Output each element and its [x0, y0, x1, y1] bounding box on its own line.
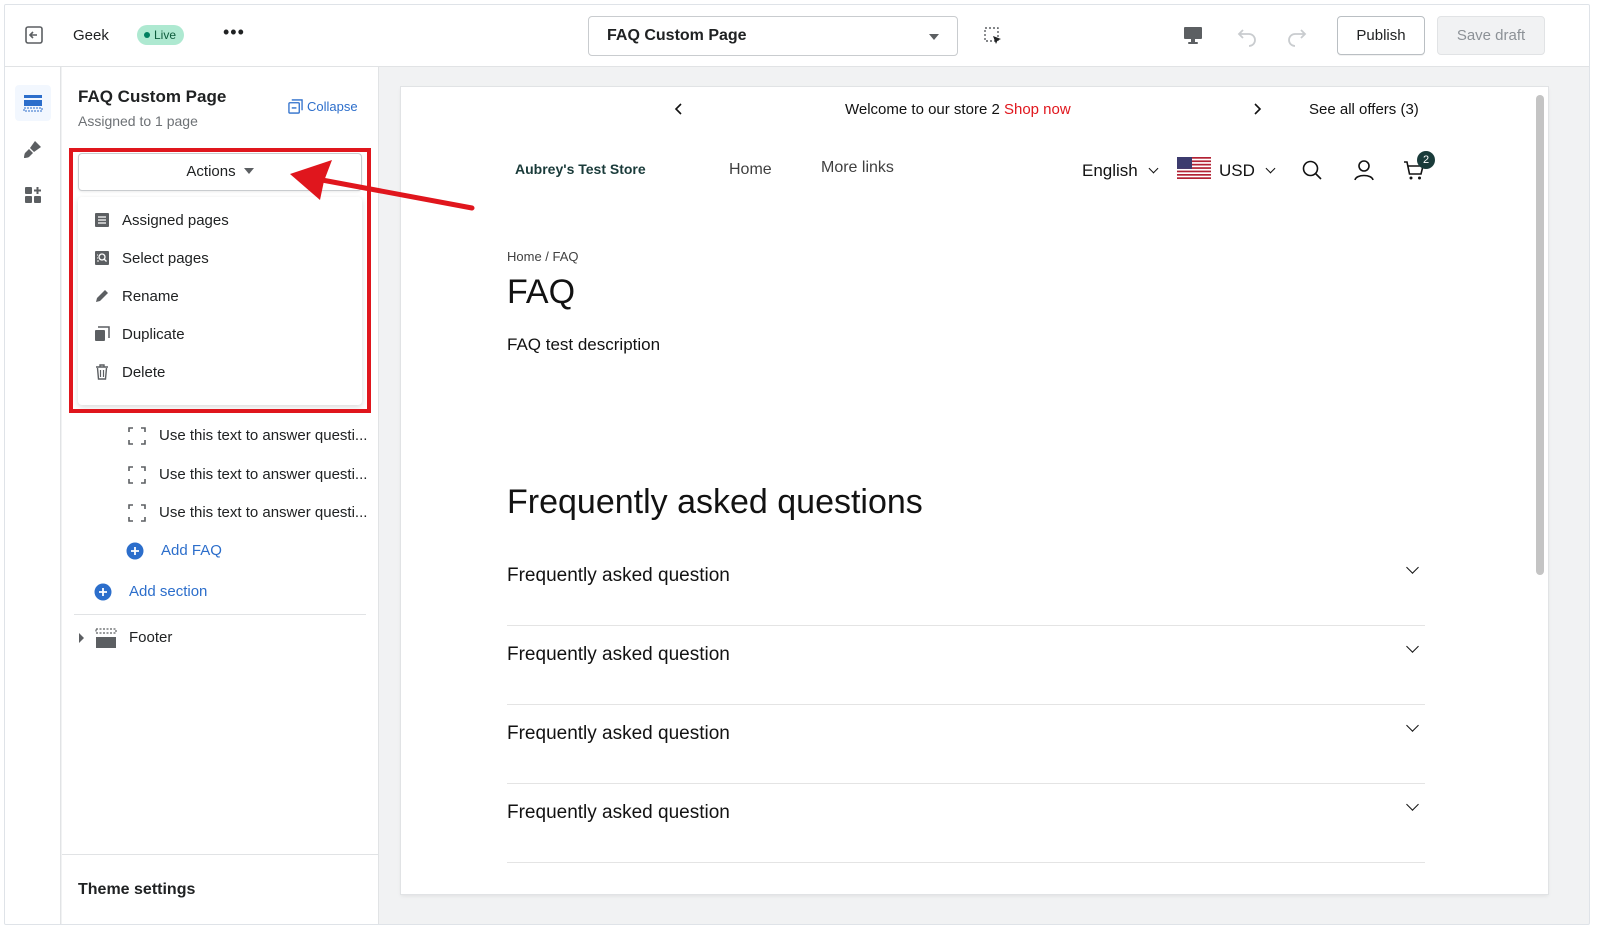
- rail-apps[interactable]: [15, 177, 51, 213]
- faq-block-1[interactable]: Use this text to answer questi...: [62, 417, 378, 455]
- chevron-down-icon: [1406, 798, 1419, 811]
- us-flag-icon: [1177, 157, 1211, 179]
- faq-question: Frequently asked question: [507, 802, 730, 823]
- collapse-button[interactable]: Collapse: [288, 99, 358, 114]
- preview-scrollbar[interactable]: [1536, 95, 1544, 575]
- faq-question: Frequently asked question: [507, 565, 730, 586]
- storefront-preview: Welcome to our store 2 Shop now See all …: [401, 87, 1548, 894]
- announcement-text: Welcome to our store 2: [845, 101, 1000, 118]
- paintbrush-icon: [24, 141, 41, 158]
- chevron-down-icon: [1406, 561, 1419, 574]
- currency-label: USD: [1219, 161, 1255, 180]
- see-all-offers-link[interactable]: See all offers (3): [1309, 101, 1419, 118]
- faq-block-label: Use this text to answer questi...: [159, 466, 368, 483]
- chevron-left-icon[interactable]: [671, 101, 687, 117]
- footer-icon: [95, 628, 117, 648]
- faq-accordion-item[interactable]: Frequently asked question: [507, 705, 1425, 784]
- faq-block-2[interactable]: Use this text to answer questi...: [62, 456, 378, 494]
- collapse-label: Collapse: [307, 99, 358, 114]
- undo-icon[interactable]: [1235, 23, 1259, 47]
- faq-accordion-item[interactable]: Frequently asked question: [507, 784, 1425, 863]
- block-icon: [128, 504, 146, 522]
- block-icon: [128, 427, 146, 445]
- desktop-icon[interactable]: [1181, 23, 1205, 47]
- store-name: Geek: [73, 27, 109, 44]
- page-description: FAQ test description: [507, 335, 661, 354]
- icon-rail: [5, 67, 61, 924]
- block-icon: [128, 466, 146, 484]
- shop-now-link[interactable]: Shop now: [1004, 101, 1071, 118]
- live-badge-label: Live: [154, 28, 177, 42]
- divider: [74, 614, 366, 615]
- nav-more-links[interactable]: More links: [821, 159, 894, 177]
- footer-label: Footer: [129, 629, 173, 646]
- chevron-down-icon: [1406, 640, 1419, 653]
- live-dot-icon: [144, 32, 150, 38]
- redo-icon[interactable]: [1285, 23, 1309, 47]
- footer-section[interactable]: Footer: [62, 619, 378, 657]
- plus-circle-icon: [126, 542, 144, 560]
- plus-circle-icon: [94, 583, 112, 601]
- live-badge: Live: [137, 25, 185, 45]
- announcement-bar: Welcome to our store 2 Shop now: [845, 101, 1071, 118]
- caret-right-icon: [79, 633, 84, 643]
- annotation-arrow-icon: [290, 160, 475, 211]
- editor-window: Geek Live ••• FAQ Custom Page Publish Sa…: [4, 4, 1590, 925]
- faq-accordion-item[interactable]: Frequently asked question: [507, 626, 1425, 705]
- collapse-icon: [288, 99, 303, 114]
- more-options-button[interactable]: •••: [223, 22, 245, 43]
- add-faq-label: Add FAQ: [161, 542, 222, 559]
- caret-down-icon: [929, 34, 939, 40]
- chevron-right-icon[interactable]: [1249, 101, 1265, 117]
- rail-sections[interactable]: [15, 85, 51, 121]
- add-section-button[interactable]: Add section: [62, 573, 378, 611]
- publish-button[interactable]: Publish: [1337, 16, 1425, 55]
- page-title: FAQ: [507, 273, 576, 311]
- chevron-down-icon: [1265, 163, 1276, 174]
- faq-question: Frequently asked question: [507, 723, 730, 744]
- rail-theme-settings[interactable]: [15, 131, 51, 167]
- sections-icon: [23, 95, 43, 112]
- chevron-down-icon: [1406, 719, 1419, 732]
- breadcrumb: Home / FAQ: [507, 249, 579, 264]
- currency-selector[interactable]: USD: [1219, 161, 1276, 181]
- sidebar-subtitle: Assigned to 1 page: [78, 113, 198, 129]
- search-icon[interactable]: [1301, 159, 1323, 181]
- store-logo[interactable]: Aubrey's Test Store: [515, 161, 646, 177]
- inspector-icon[interactable]: [982, 25, 1004, 47]
- page-template-select[interactable]: FAQ Custom Page: [588, 16, 958, 56]
- faq-heading: Frequently asked questions: [507, 483, 923, 521]
- language-label: English: [1082, 161, 1138, 180]
- account-icon[interactable]: [1353, 159, 1375, 181]
- add-faq-button[interactable]: Add FAQ: [62, 532, 378, 570]
- cart-count-badge: 2: [1417, 151, 1435, 169]
- language-selector[interactable]: English: [1082, 161, 1159, 181]
- chevron-down-icon: [1148, 163, 1159, 174]
- add-section-label: Add section: [129, 583, 208, 600]
- apps-icon: [25, 187, 41, 203]
- theme-settings-label: Theme settings: [78, 881, 196, 898]
- save-draft-button[interactable]: Save draft: [1437, 16, 1545, 55]
- faq-block-label: Use this text to answer questi...: [159, 427, 368, 444]
- faq-block-3[interactable]: Use this text to answer questi...: [62, 494, 378, 532]
- theme-settings-button[interactable]: Theme settings: [62, 854, 378, 924]
- faq-accordion-item[interactable]: Frequently asked question: [507, 547, 1425, 626]
- sidebar-title: FAQ Custom Page: [78, 87, 227, 106]
- top-bar: Geek Live ••• FAQ Custom Page Publish Sa…: [5, 5, 1589, 67]
- faq-question: Frequently asked question: [507, 644, 730, 665]
- exit-icon[interactable]: [23, 24, 45, 46]
- page-template-select-label: FAQ Custom Page: [607, 27, 747, 44]
- nav-home-link[interactable]: Home: [729, 161, 772, 179]
- faq-block-label: Use this text to answer questi...: [159, 504, 368, 521]
